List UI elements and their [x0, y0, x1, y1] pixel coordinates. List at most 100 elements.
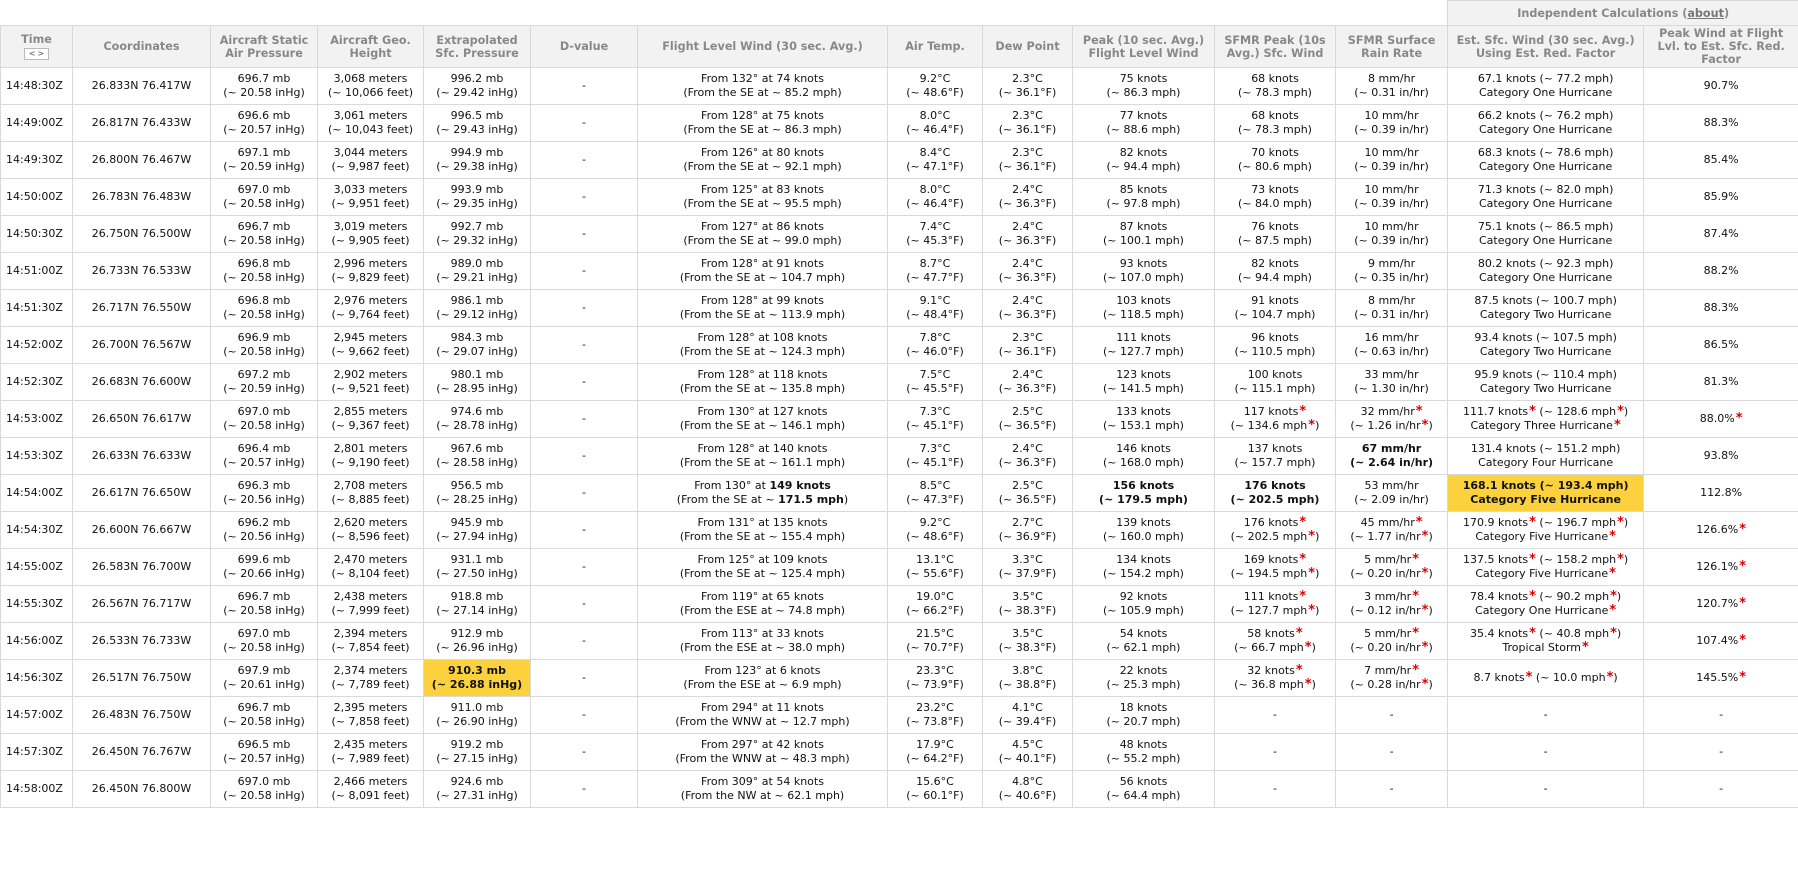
- rain-rate-cell: 8 mm/hr (~ 0.31 in/hr): [1334, 289, 1449, 327]
- cell-line: Category Three Hurricane*: [1470, 418, 1621, 433]
- sfc-pressure-cell: 931.1 mb (~ 27.50 inHg): [423, 548, 531, 586]
- cell-line: 989.0 mb: [450, 257, 504, 270]
- cell-line: 2.5°C: [1012, 479, 1043, 492]
- reduction-factor-cell: 126.6%*: [1643, 511, 1798, 549]
- cell-line: 14:52:00Z: [6, 338, 63, 351]
- sfmr-wind-cell: 176 knots (~ 202.5 mph): [1214, 474, 1336, 512]
- peak-wind-cell: 85 knots (~ 97.8 mph): [1072, 178, 1215, 216]
- wind-cell: From 132° at 74 knots (From the SE at ~ 8…: [637, 67, 888, 105]
- cell-line: (~ 29.12 inHg): [436, 308, 518, 321]
- independent-calculations-label: Independent Calculations: [1517, 6, 1679, 20]
- reduction-factor-cell: 85.4%: [1643, 141, 1798, 179]
- peak-wind-cell: 22 knots (~ 25.3 mph): [1072, 659, 1215, 697]
- cell-line: 974.6 mb: [450, 405, 504, 418]
- flag-asterisk-icon: *: [1617, 552, 1624, 567]
- cell-line: (~ 100.1 mph): [1103, 234, 1184, 247]
- peak-wind-cell: 139 knots (~ 160.0 mph): [1072, 511, 1215, 549]
- dew-point-cell: 3.3°C (~ 37.9°F): [982, 548, 1073, 586]
- coordinates-cell: 26.600N 76.667W: [72, 511, 211, 549]
- cell-line: 14:54:00Z: [6, 486, 63, 499]
- independent-calculations-header: Independent Calculations (about): [1447, 0, 1798, 26]
- reduction-factor-cell: 88.0%*: [1643, 400, 1798, 438]
- wind-cell: From 119° at 65 knots (From the ESE at ~ …: [637, 585, 888, 623]
- est-sfc-wind-cell: -: [1447, 733, 1645, 771]
- time-column-header[interactable]: Time < >: [0, 25, 73, 68]
- cell-line: 82 knots: [1251, 257, 1299, 270]
- time-cell: 14:58:00Z: [0, 770, 73, 808]
- about-link[interactable]: about: [1687, 7, 1724, 20]
- time-cell: 14:51:30Z: [0, 289, 73, 327]
- table-row: 14:53:00Z 26.650N 76.617W 697.0 mb (~ 20.58…: [0, 400, 1798, 438]
- sfc-pressure-cell: 974.6 mb (~ 28.78 inHg): [423, 400, 531, 438]
- cell-line: 26.717N 76.550W: [91, 301, 192, 314]
- cell-line: (~ 37.9°F): [998, 567, 1057, 580]
- cell-line: (~ 45.1°F): [906, 419, 964, 432]
- sfc-pressure-cell: 996.5 mb (~ 29.43 inHg): [423, 104, 531, 142]
- cell-line: 14:55:00Z: [6, 560, 63, 573]
- air-temp-cell: 15.6°C (~ 60.1°F): [887, 770, 983, 808]
- cell-line: 73 knots: [1251, 183, 1299, 196]
- est-sfc-wind-cell: 78.4 knots* (~ 90.2 mph*) Category One Hu…: [1447, 585, 1645, 623]
- air-temp-cell: 8.0°C (~ 46.4°F): [887, 104, 983, 142]
- dew-point-cell: 2.3°C (~ 36.1°F): [982, 104, 1073, 142]
- sort-previous-icon[interactable]: <: [28, 49, 37, 58]
- cell-line: (~ 0.39 in/hr): [1354, 197, 1429, 210]
- cell-line: (~ 8,885 feet): [331, 493, 410, 506]
- d-value-cell: -: [530, 400, 638, 438]
- cell-line: 133 knots: [1116, 405, 1171, 418]
- cell-line: 80.2 knots (~ 92.3 mph): [1477, 257, 1614, 270]
- pressure-cell: 696.7 mb (~ 20.58 inHg): [210, 696, 318, 734]
- coordinates-cell: 26.617N 76.650W: [72, 474, 211, 512]
- cell-line: 112.8%: [1700, 486, 1743, 499]
- sfc-pressure-cell: 945.9 mb (~ 27.94 inHg): [423, 511, 531, 549]
- flag-asterisk-icon: *: [1529, 626, 1536, 641]
- cell-line: From 128° at 108 knots: [697, 331, 828, 344]
- wind-cell: From 131° at 135 knots (From the SE at ~ …: [637, 511, 888, 549]
- height-cell: 2,374 meters (~ 7,789 feet): [317, 659, 424, 697]
- cell-line: 8.5°C: [919, 479, 951, 492]
- cell-line: (~ 0.20 in/hr*): [1350, 640, 1433, 655]
- cell-line: (~ 40.1°F): [998, 752, 1057, 765]
- cell-line: -: [582, 227, 586, 240]
- cell-line: 2.4°C: [1012, 183, 1043, 196]
- height-cell: 2,902 meters (~ 9,521 feet): [317, 363, 424, 401]
- cell-line: 48 knots: [1119, 738, 1168, 751]
- dew-point-cell: 2.5°C (~ 36.5°F): [982, 474, 1073, 512]
- cell-line: -: [582, 671, 586, 684]
- cell-line: 4.5°C: [1012, 738, 1043, 751]
- cell-line: 7.5°C: [919, 368, 951, 381]
- height-cell: 3,033 meters (~ 9,951 feet): [317, 178, 424, 216]
- cell-line: -: [582, 264, 586, 277]
- cell-line: 3,033 meters: [333, 183, 408, 196]
- cell-line: 10 mm/hr: [1364, 109, 1419, 122]
- cell-line: 2,395 meters: [333, 701, 408, 714]
- flag-asterisk-icon: *: [1308, 603, 1316, 618]
- cell-line: (~ 48.6°F): [906, 86, 964, 99]
- peak-wind-cell: 146 knots (~ 168.0 mph): [1072, 437, 1215, 475]
- cell-line: 697.2 mb: [237, 368, 291, 381]
- sort-next-icon[interactable]: >: [37, 49, 46, 58]
- rain-rate-cell: 10 mm/hr (~ 0.39 in/hr): [1334, 215, 1449, 253]
- cell-line: (~ 28.25 inHg): [436, 493, 518, 506]
- cell-line: 68.3 knots (~ 78.6 mph): [1477, 146, 1614, 159]
- cell-line: 85 knots: [1119, 183, 1168, 196]
- cell-line: (~ 115.1 mph): [1234, 382, 1316, 395]
- est-sfc-wind-cell: 35.4 knots* (~ 40.8 mph*) Tropical Storm*: [1447, 622, 1645, 660]
- cell-line: (~ 9,905 feet): [331, 234, 410, 247]
- cell-line: 76 knots: [1251, 220, 1299, 233]
- table-row: 14:58:00Z 26.450N 76.800W 697.0 mb (~ 20.58…: [0, 770, 1798, 808]
- coordinates-cell: 26.517N 76.750W: [72, 659, 211, 697]
- d-value-cell: -: [530, 770, 638, 808]
- cell-line: 10 mm/hr: [1364, 220, 1419, 233]
- peak-wind-cell: 75 knots (~ 86.3 mph): [1072, 67, 1215, 105]
- flag-asterisk-icon: *: [1421, 566, 1429, 581]
- cell-line: (~ 80.6 mph): [1238, 160, 1312, 173]
- cell-line: (~ 46.0°F): [906, 345, 964, 358]
- time-sort-control[interactable]: < >: [23, 48, 50, 60]
- d-value-cell: -: [530, 289, 638, 327]
- cell-line: 2,470 meters: [333, 553, 408, 566]
- cell-line: 14:51:00Z: [6, 264, 63, 277]
- cell-line: (~ 9,764 feet): [331, 308, 410, 321]
- cell-line: From 128° at 91 knots: [701, 257, 824, 270]
- d-value-cell: -: [530, 141, 638, 179]
